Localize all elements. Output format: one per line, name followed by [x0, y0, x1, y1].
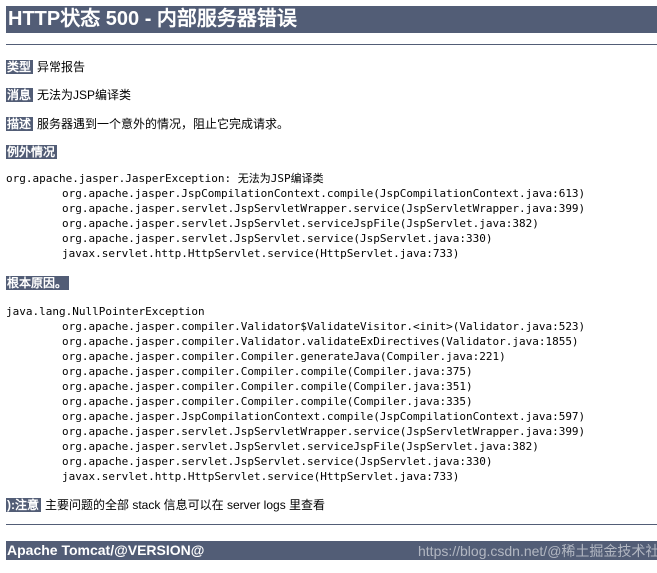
root-cause-heading: 根本原因。: [6, 276, 70, 290]
stack-frame: javax.servlet.http.HttpServlet.service(H…: [62, 470, 460, 483]
note-value: 主要问题的全部 stack 信息可以在 server logs 里查看: [45, 498, 326, 512]
type-value: 异常报告: [37, 60, 86, 74]
stack-frame: javax.servlet.http.HttpServlet.service(H…: [62, 247, 460, 260]
stack-frame: org.apache.jasper.servlet.JspServlet.ser…: [62, 232, 493, 245]
message-value: 无法为JSP编译类: [37, 88, 132, 102]
root-cause-stack-trace: java.lang.NullPointerException org.apache…: [6, 304, 585, 484]
stack-frame: org.apache.jasper.servlet.JspServlet.ser…: [62, 455, 493, 468]
stack-frame: org.apache.jasper.compiler.Compiler.comp…: [62, 395, 473, 408]
stack-frame: org.apache.jasper.servlet.JspServlet.ser…: [62, 440, 539, 453]
stack-frame: org.apache.jasper.JspCompilationContext.…: [62, 410, 586, 423]
message-row: 消息 无法为JSP编译类: [6, 87, 131, 103]
stack-frame: org.apache.jasper.compiler.Validator$Val…: [62, 320, 586, 333]
stack-frame: org.apache.jasper.compiler.Compiler.comp…: [62, 380, 473, 393]
exception-first-line: org.apache.jasper.JasperException: 无法为JS…: [6, 172, 324, 185]
note-label: ):注意: [6, 498, 41, 512]
type-label: 类型: [6, 60, 34, 74]
description-value: 服务器遇到一个意外的情况，阻止它完成请求。: [37, 117, 290, 131]
page-title: HTTP状态 500 - 内部服务器错误: [6, 6, 657, 33]
stack-frame: org.apache.jasper.compiler.Compiler.comp…: [62, 365, 473, 378]
description-row: 描述 服务器遇到一个意外的情况，阻止它完成请求。: [6, 116, 289, 132]
stack-frame: org.apache.jasper.servlet.JspServletWrap…: [62, 202, 586, 215]
divider-top: [6, 44, 657, 45]
stack-frame: org.apache.jasper.compiler.Compiler.gene…: [62, 350, 506, 363]
note-row: ):注意 主要问题的全部 stack 信息可以在 server logs 里查看: [6, 497, 325, 513]
root-cause-first-line: java.lang.NullPointerException: [6, 305, 205, 318]
exception-heading-row: 例外情况: [6, 144, 61, 160]
exception-stack-trace: org.apache.jasper.JasperException: 无法为JS…: [6, 171, 585, 261]
stack-frame: org.apache.jasper.JspCompilationContext.…: [62, 187, 586, 200]
divider-bottom: [6, 524, 657, 525]
stack-frame: org.apache.jasper.servlet.JspServlet.ser…: [62, 217, 539, 230]
exception-heading: 例外情况: [6, 145, 58, 159]
root-cause-heading-row: 根本原因。: [6, 275, 73, 291]
watermark: https://blog.csdn.net/@稀土掘金技术社区: [418, 543, 657, 559]
description-label: 描述: [6, 117, 34, 131]
message-label: 消息: [6, 88, 34, 102]
stack-frame: org.apache.jasper.servlet.JspServletWrap…: [62, 425, 586, 438]
type-row: 类型 异常报告: [6, 59, 85, 75]
stack-frame: org.apache.jasper.compiler.Validator.val…: [62, 335, 579, 348]
